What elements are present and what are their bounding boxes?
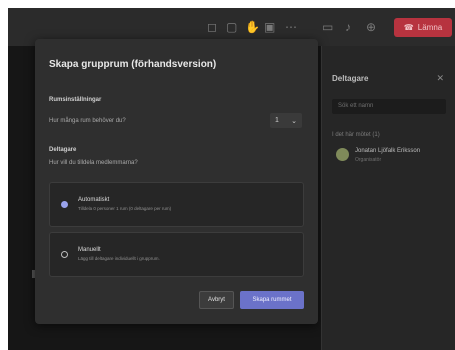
share-icon[interactable]: ⊕ [366,20,376,34]
cancel-button[interactable]: Avbryt [199,291,234,309]
option-automatic[interactable]: Automatiskt Tilldela 0 personer 1 rum (0… [49,182,304,227]
hand-icon[interactable]: ✋ [245,20,260,34]
rooms-icon[interactable]: ▣ [264,20,275,34]
radio-automatic[interactable] [61,201,68,208]
radio-manual[interactable] [61,251,68,258]
participants-heading: Deltagare [49,147,77,153]
leave-label: Lämna [417,23,443,32]
option-automatic-label: Automatiskt [78,197,110,203]
option-manual[interactable]: Manuellt Lägg till deltagare individuell… [49,232,304,277]
close-icon[interactable]: ✕ [436,73,444,84]
rooms-count-value: 1 [275,117,279,124]
chat-icon[interactable]: ▢ [226,20,237,34]
camera-icon[interactable]: ◻ [207,20,217,34]
video-icon[interactable]: ▭ [322,20,333,34]
rooms-count-select[interactable]: 1 ⌄ [270,113,302,128]
avatar [336,148,349,161]
in-meeting-group-label[interactable]: I det här mötet (1) [332,132,380,138]
leave-button[interactable]: ☎ Lämna [394,18,452,37]
teams-meeting-window: ◻ ▢ ✋ ▣ ⋯ ▭ ♪ ⊕ ☎ Lämna Skapa grupprum (… [8,8,455,350]
dialog-title: Skapa grupprum (förhandsversion) [49,59,217,70]
participants-panel: Deltagare ✕ Sök ett namn I det här mötet… [321,46,455,350]
participants-title: Deltagare [332,74,369,83]
option-manual-description: Lägg till deltagare individuellt i grupp… [78,256,160,261]
participant-item[interactable]: Jonatan Ljöfalk Eriksson Organisatör [332,146,452,168]
chevron-down-icon: ⌄ [291,117,297,125]
rooms-count-question: Hur många rum behöver du? [49,118,126,124]
participant-search-input[interactable]: Sök ett namn [332,99,446,114]
more-icon[interactable]: ⋯ [285,20,297,34]
phone-icon: ☎ [403,23,414,32]
assign-question: Hur vill du tilldela medlemmarna? [49,160,138,166]
room-settings-heading: Rumsinställningar [49,97,102,103]
participant-role: Organisatör [355,157,382,163]
mic-icon[interactable]: ♪ [345,20,351,34]
create-rooms-button[interactable]: Skapa rummet [240,291,304,309]
option-automatic-description: Tilldela 0 personer 1 rum (0 deltagare p… [78,206,172,211]
option-manual-label: Manuellt [78,247,101,253]
breakout-rooms-dialog: Skapa grupprum (förhandsversion) Rumsins… [35,39,318,324]
participant-name: Jonatan Ljöfalk Eriksson [355,148,421,154]
